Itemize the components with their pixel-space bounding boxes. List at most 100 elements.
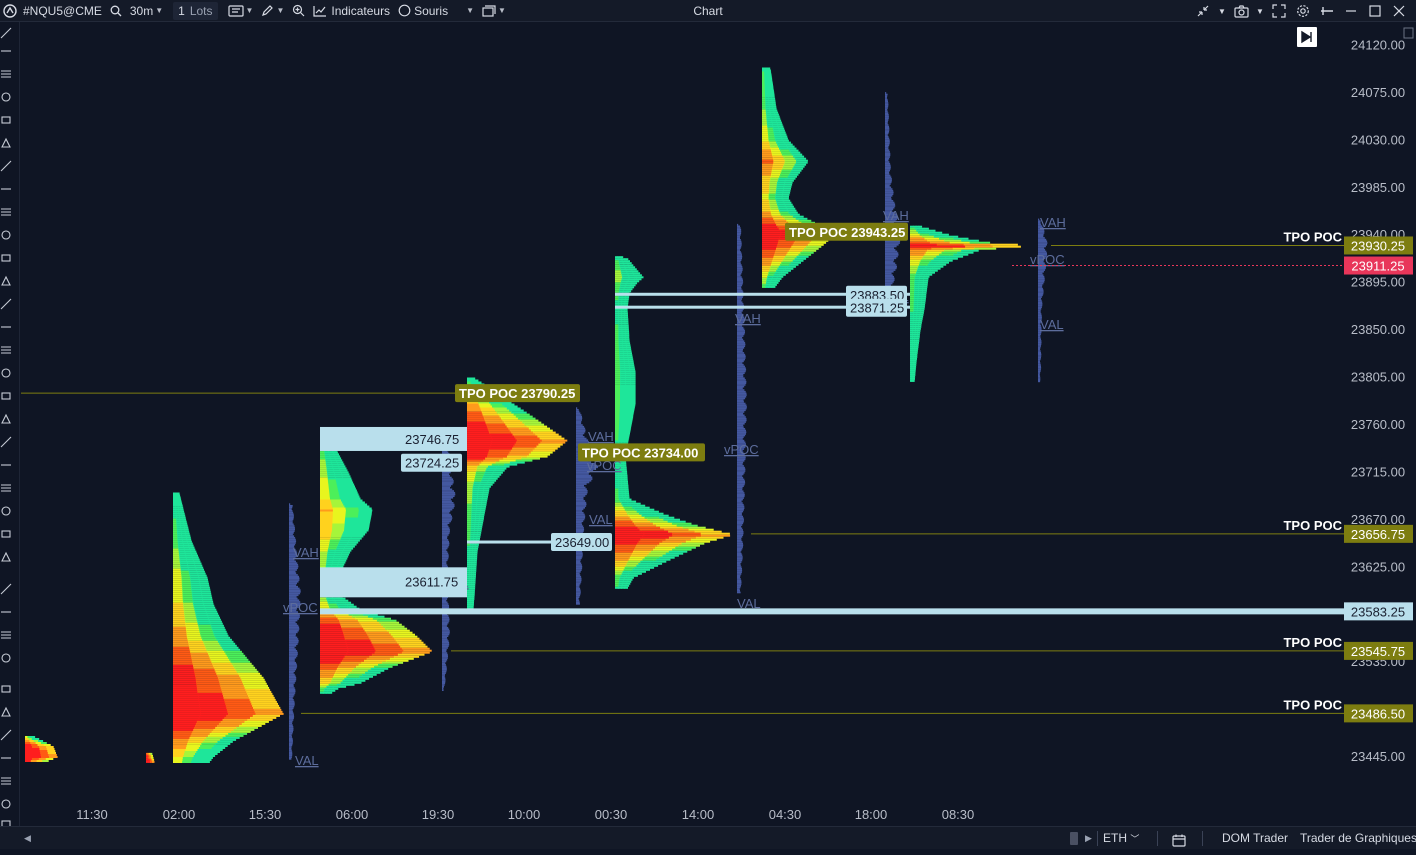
drawing-tool-icon[interactable] xyxy=(0,252,12,264)
chevron-down-icon[interactable]: ▼ xyxy=(1218,2,1226,20)
tpo-row xyxy=(615,384,621,387)
symbol-selector[interactable]: #NQU5@CME xyxy=(21,0,106,22)
tpo-row xyxy=(769,181,778,184)
drawing-tool-icon[interactable] xyxy=(0,683,12,695)
tpo-row xyxy=(622,346,627,349)
drawing-tool-icon[interactable] xyxy=(0,275,12,287)
tpo-row xyxy=(647,510,659,513)
tpo-row xyxy=(474,553,478,556)
mouse-mode-button[interactable]: Souris ▼ xyxy=(394,0,478,22)
tpo-row xyxy=(151,756,154,759)
fullscreen-icon[interactable] xyxy=(1270,2,1288,20)
volume-row xyxy=(885,191,894,194)
layout-icon[interactable]: ▼ xyxy=(478,0,510,22)
drawing-tool-icon[interactable] xyxy=(0,652,12,664)
volume-profile-4 xyxy=(737,223,747,594)
drawing-tool-icon[interactable] xyxy=(0,775,12,787)
drawing-tool-icon[interactable] xyxy=(0,183,12,195)
drawing-tool-icon[interactable] xyxy=(0,505,12,517)
drawing-tool-icon[interactable] xyxy=(0,482,12,494)
drawing-tool-icon[interactable] xyxy=(0,160,12,172)
tpo-row xyxy=(483,487,490,490)
drawing-tool-icon[interactable] xyxy=(0,752,12,764)
session-selector[interactable]: ETH ﹀ xyxy=(1103,827,1139,850)
scroll-right-icon[interactable]: ▶ xyxy=(1085,827,1092,850)
zoom-icon[interactable] xyxy=(288,0,309,22)
drawing-tool-icon[interactable] xyxy=(0,798,12,810)
drawing-tool-icon[interactable] xyxy=(0,706,12,718)
pencil-icon[interactable]: ▼ xyxy=(257,0,288,22)
market-profile-chart[interactable]: VAHvPOCVALVAHVALVALvPOCVALVAHVAHVALVAHvP… xyxy=(21,22,1416,826)
price-tick-label: 24030.00 xyxy=(1351,132,1405,147)
drawing-tool-icon[interactable] xyxy=(0,583,12,595)
drawing-tool-icon[interactable] xyxy=(0,68,12,80)
drawing-tool-icon[interactable] xyxy=(0,390,12,402)
volume-row xyxy=(737,417,747,420)
drawing-tool-icon[interactable] xyxy=(0,45,12,57)
drawing-tool-icon[interactable] xyxy=(0,137,12,149)
drawing-tool-icon[interactable] xyxy=(0,459,12,471)
drawing-tool-icon[interactable] xyxy=(0,206,12,218)
indicators-button[interactable]: Indicateurs xyxy=(309,0,394,22)
drawing-tool-icon[interactable] xyxy=(0,528,12,540)
tpo-row xyxy=(630,390,636,393)
drawing-tool-icon[interactable] xyxy=(0,729,12,741)
tpo-row xyxy=(784,159,797,162)
chart-trader-button[interactable]: Trader de Graphiques xyxy=(1300,827,1416,850)
close-icon[interactable] xyxy=(1390,2,1408,20)
camera-icon[interactable] xyxy=(1232,2,1250,20)
templates-icon[interactable]: ▼ xyxy=(224,0,258,22)
tpo-row xyxy=(913,315,917,318)
drawing-tool-icon[interactable] xyxy=(0,551,12,563)
pin-icon[interactable] xyxy=(1318,2,1336,20)
lots-field[interactable]: 1 Lots xyxy=(173,1,218,20)
tpo-row xyxy=(184,753,196,755)
tpo-row xyxy=(779,147,789,150)
tpo-row xyxy=(340,623,362,626)
tpo-row xyxy=(700,534,731,537)
drawing-tool-icon[interactable] xyxy=(0,321,12,333)
tpo-row xyxy=(477,497,483,500)
drawing-tool-icon[interactable] xyxy=(0,367,12,379)
drawing-tool-icon[interactable] xyxy=(0,606,12,618)
app-logo-icon[interactable] xyxy=(0,0,21,22)
tpo-row xyxy=(769,77,773,80)
tpo-row xyxy=(615,368,621,371)
drawing-tool-icon[interactable] xyxy=(0,27,12,39)
volume-row xyxy=(289,542,296,544)
drawing-tool-icon[interactable] xyxy=(0,114,12,126)
drawing-tool-icon[interactable] xyxy=(0,436,12,448)
volume-row xyxy=(737,249,740,251)
timeframe-selector[interactable]: 30m ▼ xyxy=(126,0,167,22)
drawing-tool-icon[interactable] xyxy=(0,629,12,641)
drawing-tool-icon[interactable] xyxy=(0,413,12,425)
calendar-icon[interactable] xyxy=(1172,832,1186,855)
tpo-row xyxy=(762,221,776,224)
dom-trader-button[interactable]: DOM Trader xyxy=(1222,827,1288,850)
tpo-row xyxy=(195,566,204,569)
drawing-tool-icon[interactable] xyxy=(0,344,12,356)
tpo-row xyxy=(359,621,380,624)
scroll-handle[interactable] xyxy=(1070,832,1078,845)
tpo-row xyxy=(190,584,201,587)
tpo-row xyxy=(485,457,504,460)
shrink-arrows-icon[interactable] xyxy=(1194,2,1212,20)
tpo-row xyxy=(622,570,631,573)
scroll-left-icon[interactable]: ◀ xyxy=(24,827,31,850)
volume-row xyxy=(289,626,300,629)
minimize-icon[interactable] xyxy=(1342,2,1360,20)
volume-row xyxy=(289,623,297,625)
volume-row xyxy=(885,272,892,275)
tpo-row xyxy=(918,289,923,292)
chevron-down-icon[interactable]: ▼ xyxy=(1256,2,1264,20)
tpo-row xyxy=(334,551,343,554)
drawing-tool-icon[interactable] xyxy=(0,91,12,103)
drawing-tool-icon[interactable] xyxy=(0,298,12,310)
search-icon[interactable] xyxy=(106,0,126,22)
maximize-icon[interactable] xyxy=(1366,2,1384,20)
tpo-row xyxy=(490,475,500,478)
tpo-row xyxy=(353,679,366,682)
tpo-row xyxy=(762,195,770,198)
gear-icon[interactable] xyxy=(1294,2,1312,20)
drawing-tool-icon[interactable] xyxy=(0,229,12,241)
